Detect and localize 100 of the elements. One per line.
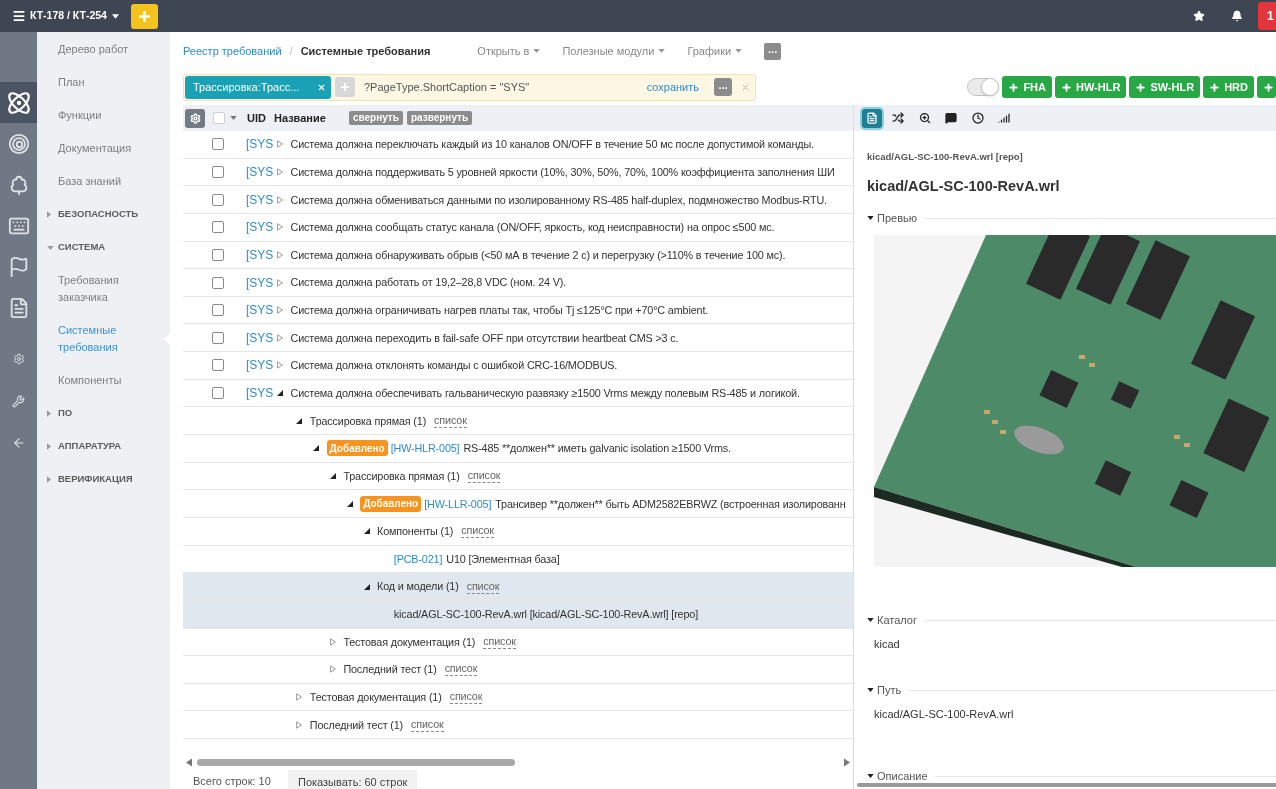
menu-dropdown[interactable]: Открыть в: [477, 42, 541, 60]
expand-all-button[interactable]: развернуть: [406, 111, 473, 125]
expand-arrow-icon[interactable]: [277, 361, 283, 370]
row-checkbox[interactable]: [212, 138, 224, 151]
row-checkbox[interactable]: [212, 165, 224, 178]
tree-row[interactable]: Тестовая документация (1) список: [183, 683, 853, 712]
uid-link[interactable]: [SYS: [246, 328, 273, 347]
row-checkbox[interactable]: [212, 248, 224, 261]
project-dropdown[interactable]: КТ-178 / КТ-254: [30, 8, 119, 24]
section-toggle[interactable]: Превью: [867, 211, 917, 225]
list-link[interactable]: список: [444, 662, 478, 677]
section-toggle[interactable]: Путь: [867, 683, 902, 697]
list-link[interactable]: список: [449, 690, 483, 705]
close-icon[interactable]: [741, 82, 750, 92]
expand-arrow-icon[interactable]: [277, 333, 283, 342]
filter-more-button[interactable]: ...: [714, 78, 732, 96]
tree-row[interactable]: kicad/AGL-SC-100-RevA.wrl [kicad/AGL-SC-100-RevA.wrl] [repo]: [183, 600, 853, 629]
requirement-link[interactable]: [HW-HLR-005]: [390, 440, 460, 457]
nav-section[interactable]: БЕЗОПАСНОСТЬ: [37, 198, 170, 231]
expand-arrow-icon[interactable]: [277, 306, 283, 315]
notification-badge[interactable]: 1: [1258, 2, 1276, 30]
row-checkbox[interactable]: [212, 359, 224, 372]
list-link[interactable]: список: [461, 524, 494, 539]
nav-item[interactable]: Требования заказчика: [37, 264, 170, 314]
nav-item[interactable]: База знаний: [37, 165, 170, 198]
collapse-arrow-icon[interactable]: [363, 583, 370, 590]
close-icon[interactable]: [317, 82, 326, 92]
collapse-arrow-icon[interactable]: [329, 473, 336, 479]
nav-item[interactable]: Дерево работ: [37, 33, 170, 66]
create-button[interactable]: FHA: [1002, 76, 1052, 98]
horizontal-scrollbar[interactable]: [857, 783, 1276, 787]
filter-query[interactable]: ?PageType.ShortCaption = "SYS": [364, 78, 647, 96]
nav-section[interactable]: ВЕРИФИКАЦИЯ: [37, 463, 170, 496]
create-button[interactable]: HRD: [1203, 76, 1254, 98]
uid-link[interactable]: [SYS: [246, 190, 273, 209]
page-size-selector[interactable]: Показывать: 60 строк: [288, 770, 418, 789]
expand-arrow-icon[interactable]: [277, 140, 283, 149]
expand-arrow-icon[interactable]: [277, 195, 283, 204]
tree-row[interactable]: Добавлено [HW-LLR-005] Трансивер **должен** быть ADM2582EBRWZ (встроенная изолированн: [183, 490, 853, 518]
add-button[interactable]: [130, 3, 158, 29]
tree-row[interactable]: Трассировка прямая (1) список: [183, 407, 853, 436]
tree-row[interactable]: Последний тест (1) список: [183, 711, 853, 740]
tree-row[interactable]: Добавлено [HW-HLR-005] RS-485 **должен** иметь galvanic isolation ≥1500 Vrms.: [183, 435, 853, 463]
table-row[interactable]: [SYS Система должна обмениваться данными по изолированному RS-485 half-duplex, подмножество Modbus-RTU.: [183, 186, 853, 214]
create-button[interactable]: HW-HLR: [1055, 76, 1127, 98]
save-link[interactable]: сохранить: [646, 78, 699, 96]
nav-item[interactable]: Функции: [37, 99, 170, 132]
nav-item[interactable]: Компоненты: [37, 364, 170, 397]
nav-item[interactable]: Документация: [37, 132, 170, 165]
row-checkbox[interactable]: [212, 387, 224, 400]
menu-dropdown[interactable]: Полезные модули: [562, 42, 666, 60]
row-checkbox[interactable]: [212, 221, 224, 234]
expand-arrow-icon[interactable]: [277, 167, 283, 176]
list-link[interactable]: список: [466, 579, 500, 594]
table-row[interactable]: [SYS Система должна ограничивать нагрев платы так, чтобы Tj ≤125°C при +70°C ambient.: [183, 296, 853, 325]
expand-arrow-icon[interactable]: [329, 637, 336, 646]
breadcrumb-link[interactable]: Реестр требований: [183, 42, 282, 60]
expand-arrow-icon[interactable]: [296, 693, 303, 702]
uid-link[interactable]: [SYS: [246, 245, 273, 264]
requirement-link[interactable]: [HW-LLR-005]: [424, 495, 492, 512]
caret-down-icon[interactable]: [230, 116, 237, 120]
filter-chip[interactable]: Трассировка:Трасс...: [185, 75, 331, 99]
toggle-switch[interactable]: [967, 78, 1000, 96]
row-checkbox[interactable]: [212, 304, 224, 317]
table-row[interactable]: [SYS Система должна обеспечивать гальваническую развязку ≥1500 Vrms между полевым RS-485 и логикой.: [183, 379, 853, 408]
collapse-arrow-icon[interactable]: [296, 417, 303, 424]
menu-icon[interactable]: [12, 9, 26, 23]
expand-arrow-icon[interactable]: [296, 720, 303, 729]
section-toggle[interactable]: Каталог: [867, 613, 917, 627]
row-checkbox[interactable]: [212, 193, 224, 206]
row-checkbox[interactable]: [212, 276, 224, 289]
expand-arrow-icon[interactable]: [277, 250, 283, 259]
list-link[interactable]: список: [483, 634, 516, 649]
list-link[interactable]: список: [467, 469, 501, 483]
uid-link[interactable]: [SYS: [246, 135, 273, 154]
tree-row[interactable]: Последний тест (1) список: [183, 656, 853, 684]
table-row[interactable]: [SYS Система должна обнаруживать обрыв (<50 мА в течение 2 с) и перегрузку (>110% в течение 100 мс).: [183, 241, 853, 270]
table-row[interactable]: [SYS Система должна отклонять команды с ошибкой CRC-16/MODBUS.: [183, 352, 853, 380]
create-button[interactable]: [1257, 76, 1276, 98]
collapse-arrow-icon[interactable]: [363, 528, 370, 535]
bell-icon[interactable]: [1231, 10, 1243, 22]
row-checkbox[interactable]: [212, 331, 224, 344]
table-row[interactable]: [SYS Система должна сообщать статус канала (ON/OFF, яркость, код неисправности) на опрос ≤500 мс.: [183, 213, 853, 242]
nav-item[interactable]: План: [37, 66, 170, 99]
table-row[interactable]: [SYS Система должна поддерживать 5 уровней яркости (10%, 30%, 50%, 70%, 100% коэффициента заполнения ШИ: [183, 158, 853, 187]
uid-link[interactable]: [SYS: [246, 301, 273, 320]
table-row[interactable]: [SYS Система должна переходить в fail-safe OFF при отсутствии heartbeat CMS >3 с.: [183, 324, 853, 353]
requirement-link[interactable]: [PCB-021]: [393, 550, 443, 567]
uid-link[interactable]: [SYS: [246, 384, 273, 403]
uid-link[interactable]: [SYS: [246, 356, 273, 375]
collapse-arrow-icon[interactable]: [346, 500, 353, 507]
uid-link[interactable]: [SYS: [246, 218, 273, 237]
tree-row[interactable]: Трассировка прямая (1) список: [183, 462, 853, 491]
nav-section[interactable]: СИСТЕМА: [37, 231, 170, 264]
star-icon[interactable]: [1193, 10, 1205, 22]
uid-link[interactable]: [SYS: [246, 273, 273, 292]
collapse-arrow-icon[interactable]: [313, 445, 320, 452]
more-button[interactable]: ...: [764, 42, 782, 60]
settings-button[interactable]: [185, 108, 205, 128]
menu-dropdown[interactable]: Графики: [687, 42, 743, 60]
